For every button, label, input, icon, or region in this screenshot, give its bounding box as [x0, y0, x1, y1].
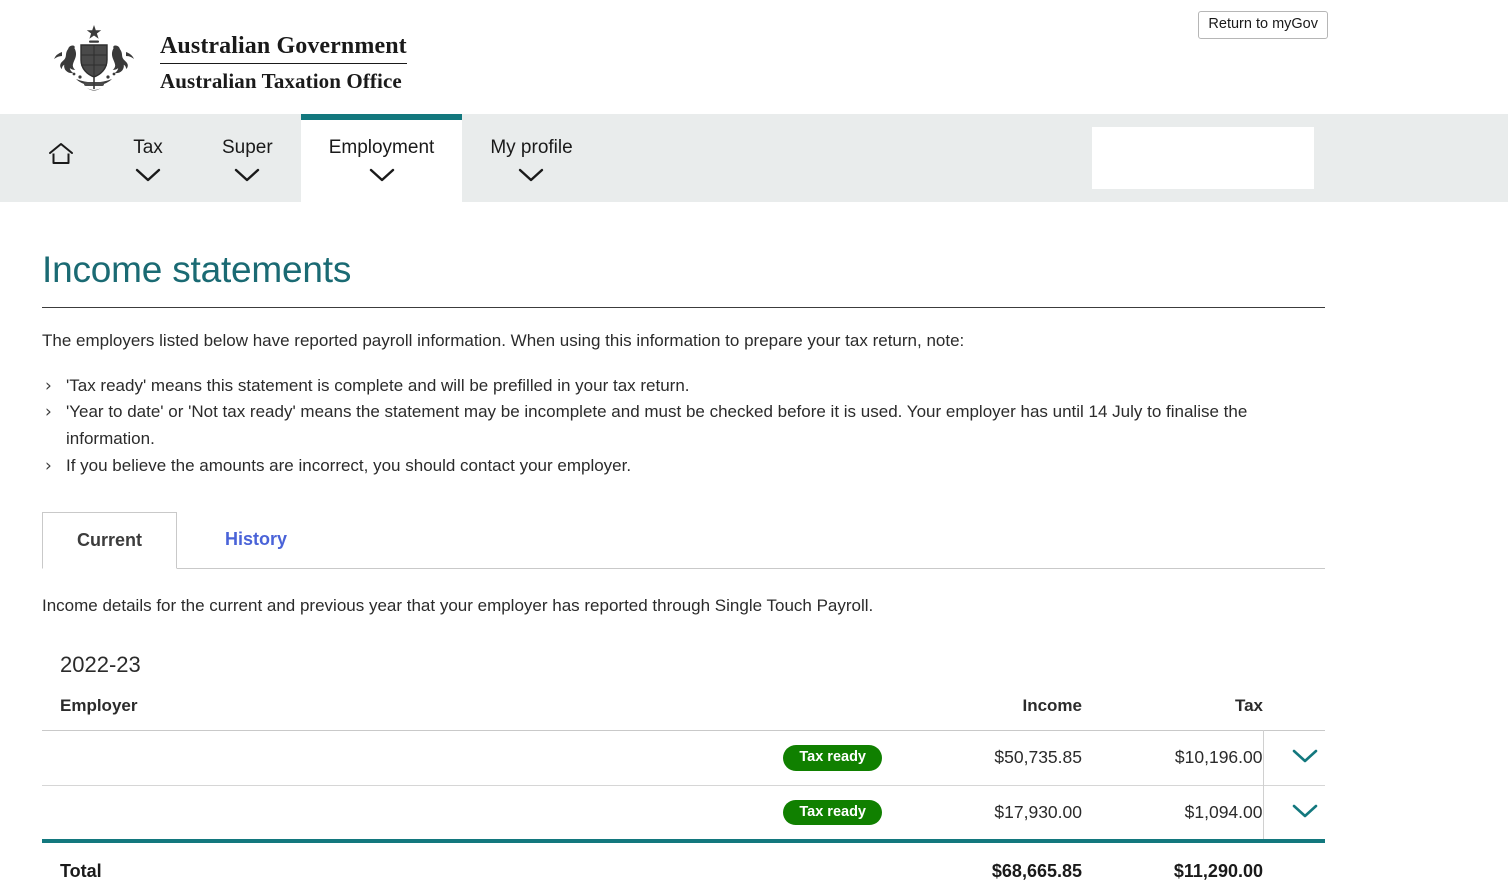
cell-tax: $10,196.00	[1174, 747, 1263, 768]
cell-status: Tax ready	[662, 785, 882, 839]
nav-item-employment-label: Employment	[328, 137, 435, 158]
table-row: Tax ready $50,735.85 $10,196.00	[42, 730, 1326, 786]
australian-coat-of-arms-logo	[54, 25, 134, 91]
chevron-down-icon	[234, 168, 260, 187]
site-header: Australian Government Australian Taxatio…	[0, 0, 1508, 114]
tab-history[interactable]: History	[177, 512, 321, 569]
cell-employer	[42, 785, 662, 839]
table-header: Employer Income Tax	[42, 696, 1326, 731]
nav-item-my-profile-label: My profile	[490, 137, 573, 158]
main-navigation: Tax Super Employment My profile	[0, 114, 1508, 202]
page-title: Income statements	[42, 249, 352, 290]
cell-income: $50,735.85	[994, 747, 1082, 768]
total-spacer	[662, 843, 882, 882]
expand-row-button[interactable]	[1285, 801, 1325, 824]
home-icon	[48, 142, 74, 166]
nav-item-my-profile[interactable]: My profile	[462, 114, 600, 202]
list-item-text: If you believe the amounts are incorrect…	[66, 456, 632, 476]
cell-income: $17,930.00	[994, 801, 1082, 822]
cell-status: Tax ready	[662, 731, 882, 786]
column-header-income: Income	[1022, 696, 1082, 716]
intro-paragraph: The employers listed below have reported…	[42, 330, 965, 350]
cell-expand[interactable]	[1262, 785, 1326, 840]
brand-line-government: Australian Government	[160, 31, 407, 64]
nav-item-employment[interactable]: Employment	[300, 114, 463, 202]
total-tax: $11,290.00	[1173, 861, 1263, 882]
brand-lockup: Australian Government Australian Taxatio…	[40, 22, 407, 94]
list-item: › 'Year to date' or 'Not tax ready' means…	[42, 399, 1325, 453]
income-statements-table: Employer Income Tax Tax ready $50,735.85…	[42, 696, 1326, 840]
chevron-right-icon: ›	[45, 456, 52, 477]
list-item-text: 'Year to date' or 'Not tax ready' means …	[66, 402, 1248, 449]
column-header-status	[662, 696, 882, 731]
expand-row-button[interactable]	[1285, 746, 1325, 769]
chevron-right-icon: ›	[45, 402, 52, 423]
brand-line-ato: Australian Taxation Office	[160, 69, 402, 93]
chevron-down-icon	[1291, 803, 1319, 822]
table-body: Tax ready $50,735.85 $10,196.00 Tax read…	[42, 730, 1326, 840]
nav-item-home[interactable]	[0, 114, 102, 202]
list-item: › 'Tax ready' means this statement is com…	[42, 373, 1325, 400]
nav-item-tax-label: Tax	[133, 137, 163, 158]
cell-tax: $1,094.00	[1184, 801, 1263, 822]
cell-employer	[42, 731, 662, 786]
chevron-down-icon	[518, 168, 544, 187]
tab-current[interactable]: Current	[42, 512, 178, 570]
tab-bar: Current History	[42, 512, 1325, 570]
page-content: Income statements The employers listed b…	[0, 249, 1365, 882]
nav-item-tax[interactable]: Tax	[102, 114, 194, 202]
total-label: Total	[60, 861, 102, 882]
tab-description: Income details for the current and previ…	[42, 596, 874, 616]
chevron-right-icon: ›	[45, 375, 52, 396]
nav-item-super-label: Super	[222, 137, 273, 158]
chevron-down-icon	[1291, 748, 1319, 767]
table-row: Tax ready $17,930.00 $1,094.00	[42, 785, 1326, 840]
brand-text: Australian Government Australian Taxatio…	[160, 22, 407, 94]
nav-widget-panel[interactable]	[1092, 127, 1314, 189]
total-income: $68,665.85	[991, 861, 1082, 882]
status-badge: Tax ready	[783, 745, 882, 771]
total-expand-spacer	[1263, 843, 1325, 882]
nav-item-super[interactable]: Super	[194, 114, 301, 202]
cell-expand[interactable]	[1262, 730, 1326, 786]
notes-list: › 'Tax ready' means this statement is com…	[42, 373, 1325, 480]
title-divider	[42, 306, 1325, 308]
column-header-employer: Employer	[60, 696, 138, 716]
totals-table: Total $68,665.85 $11,290.00	[42, 843, 1325, 882]
column-header-tax: Tax	[1234, 696, 1264, 716]
return-to-mygov-button[interactable]: Return to myGov	[1198, 11, 1328, 40]
financial-year-label: 2022-23	[60, 652, 141, 678]
total-row: Total $68,665.85 $11,290.00	[42, 843, 1325, 882]
list-item: › If you believe the amounts are incorrec…	[42, 453, 1325, 480]
chevron-down-icon	[369, 168, 395, 187]
chevron-down-icon	[135, 168, 161, 187]
list-item-text: 'Tax ready' means this statement is comp…	[66, 375, 690, 395]
status-badge: Tax ready	[783, 799, 882, 826]
